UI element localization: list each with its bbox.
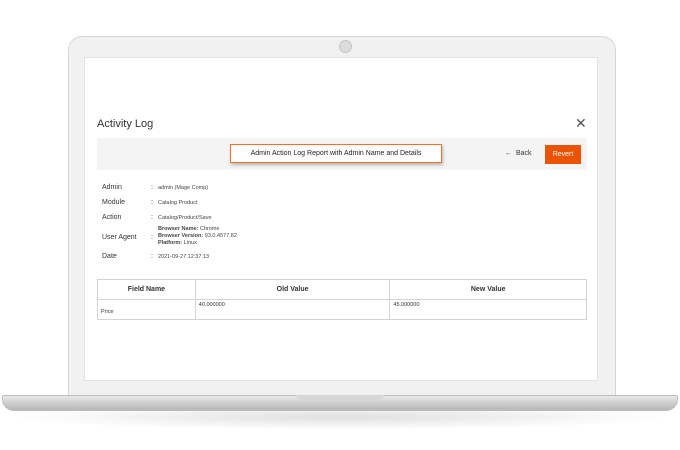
action-row: Action : Catalog/Product/Save xyxy=(85,214,385,224)
arrow-left-icon: ← xyxy=(505,150,512,157)
platform-label: Platform: xyxy=(158,240,183,246)
user-agent-label: User Agent xyxy=(102,234,137,241)
back-label: Back xyxy=(516,150,532,157)
back-button[interactable]: ← Back xyxy=(505,150,532,157)
changes-table: Field Name Old Value New Value Price 40.… xyxy=(97,279,587,320)
revert-button[interactable]: Revert xyxy=(545,145,581,164)
browser-name-value: Chrome xyxy=(199,226,220,232)
module-value: Catalog Product xyxy=(158,200,198,206)
laptop-base-notch xyxy=(296,395,384,401)
field-name-cell: Price xyxy=(97,299,196,320)
platform-value: Linux xyxy=(183,240,197,246)
admin-value: admin (Mage Comp) xyxy=(158,185,209,191)
admin-label: Admin xyxy=(102,184,122,191)
browser-name-label: Browser Name: xyxy=(158,226,199,232)
browser-version-label: Browser Version: xyxy=(158,233,204,239)
date-colon: : xyxy=(151,253,153,260)
column-header-new-value: New Value xyxy=(389,279,587,300)
action-value: Catalog/Product/Save xyxy=(158,215,212,221)
admin-row: Admin : admin (Mage Comp) xyxy=(85,184,385,194)
camera-icon xyxy=(339,40,352,53)
close-icon[interactable]: ✕ xyxy=(575,115,587,132)
table-header-row: Field Name Old Value New Value xyxy=(97,279,587,300)
laptop-screen: Activity Log ✕ Admin Action Log Report w… xyxy=(84,57,598,381)
user-agent-colon: : xyxy=(151,234,153,241)
callout-label: Admin Action Log Report with Admin Name … xyxy=(230,144,442,163)
date-value: 2021-09-27 12:37:13 xyxy=(158,254,210,260)
column-header-field-name: Field Name xyxy=(97,279,196,300)
dialog-title: Activity Log xyxy=(97,118,154,130)
browser-version-value: 93.0.4577.82 xyxy=(204,233,237,239)
user-agent-row: User Agent : Browser Name: Chrome Browse… xyxy=(85,226,385,250)
column-header-old-value: Old Value xyxy=(194,279,391,300)
action-label: Action xyxy=(102,214,122,221)
old-value-cell: 40.000000 xyxy=(194,299,391,320)
user-agent-value: Browser Name: Chrome Browser Version: 93… xyxy=(158,226,237,247)
date-row: Date : 2021-09-27 12:37:13 xyxy=(85,253,385,263)
table-row: Price 40.000000 45.000000 xyxy=(97,299,587,320)
new-value-cell: 45.000000 xyxy=(389,299,587,320)
action-colon: : xyxy=(151,214,153,221)
module-colon: : xyxy=(151,199,153,206)
date-label: Date xyxy=(102,253,117,260)
admin-colon: : xyxy=(151,184,153,191)
module-row: Module : Catalog Product xyxy=(85,199,385,209)
module-label: Module xyxy=(102,199,125,206)
